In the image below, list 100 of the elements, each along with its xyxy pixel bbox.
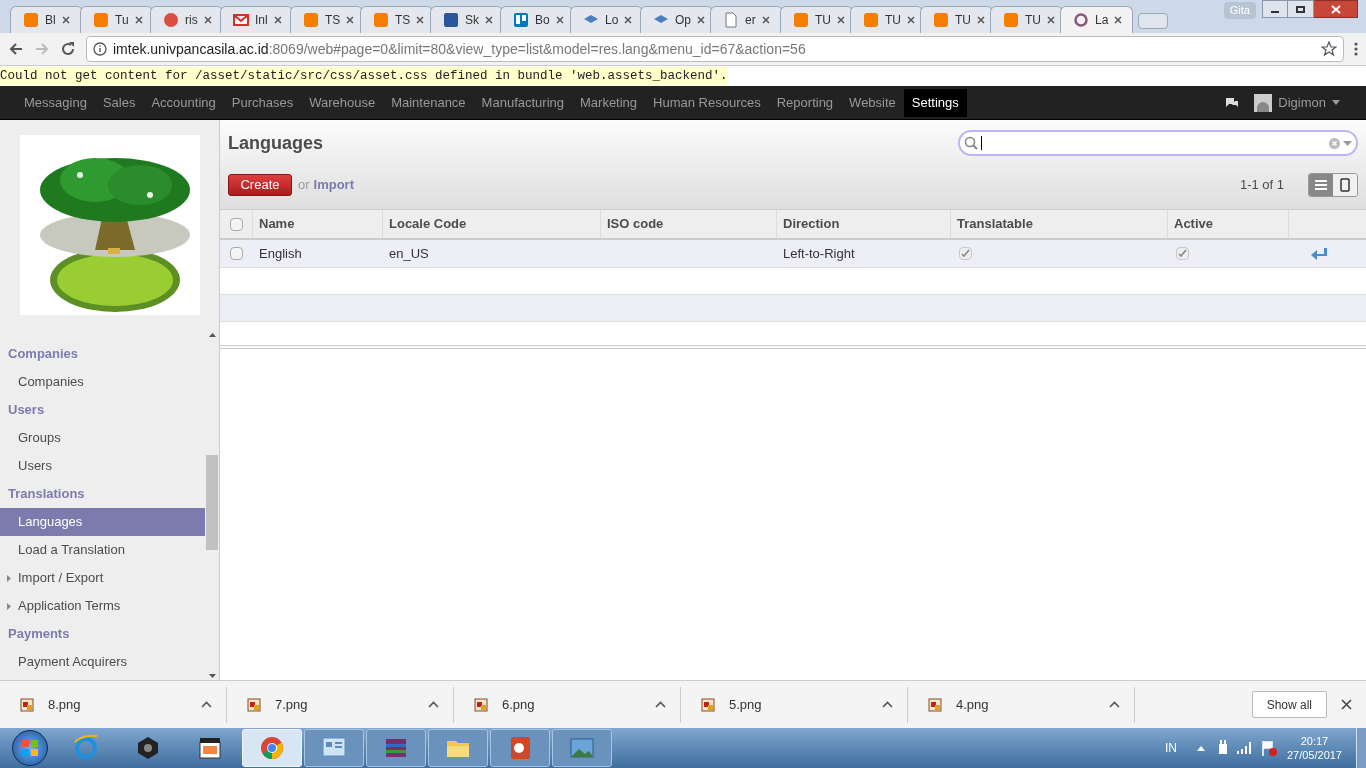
browser-tab[interactable]: TS [290, 6, 363, 33]
browser-tab[interactable]: La [1060, 6, 1133, 33]
flag-icon[interactable] [1260, 740, 1277, 756]
top-menu-item[interactable]: Marketing [572, 88, 646, 117]
close-icon[interactable] [203, 16, 212, 24]
sidebar-item[interactable]: Languages [0, 508, 205, 536]
start-button[interactable] [12, 730, 48, 766]
chat-icon[interactable] [1224, 95, 1241, 110]
browser-tab[interactable]: TU [850, 6, 923, 33]
top-menu-item[interactable]: Human Resources [645, 88, 769, 117]
sidebar-item[interactable]: Load a Translation [0, 536, 205, 564]
browser-tab[interactable]: Inl [220, 6, 293, 33]
chevron-up-icon[interactable] [882, 701, 893, 708]
create-button[interactable]: Create [228, 174, 292, 196]
top-menu-item[interactable]: Purchases [223, 88, 302, 117]
close-icon[interactable] [907, 16, 915, 24]
browser-tab[interactable]: TS [360, 6, 433, 33]
star-icon[interactable] [1321, 41, 1337, 57]
browser-tab[interactable]: Op [640, 6, 713, 33]
checkbox[interactable] [229, 217, 243, 231]
sidebar-item[interactable]: Application Terms [0, 592, 205, 620]
top-menu-item[interactable]: Settings [903, 88, 967, 117]
expand-icon[interactable] [7, 574, 11, 582]
close-icon[interactable] [134, 16, 143, 24]
chevron-up-icon[interactable] [201, 701, 212, 708]
download-item[interactable]: 6.png [502, 694, 655, 715]
top-menu-item[interactable]: Accounting [143, 88, 224, 117]
checkbox[interactable] [230, 247, 243, 260]
top-menu-item[interactable]: Sales [94, 88, 144, 117]
browser-tab[interactable]: Bl [10, 6, 83, 33]
chevron-up-icon[interactable] [1196, 745, 1205, 751]
maximize-button[interactable] [1288, 0, 1314, 18]
close-icon[interactable] [273, 16, 282, 24]
scrollbar-thumb[interactable] [206, 455, 218, 550]
column-header[interactable]: Translatable [951, 210, 1168, 238]
caret-icon[interactable] [1343, 140, 1352, 146]
download-item[interactable]: 7.png [275, 694, 428, 715]
close-icon[interactable] [62, 16, 70, 24]
kanban-view-button[interactable] [1333, 174, 1357, 196]
column-header[interactable]: ISO code [601, 210, 777, 238]
search-field[interactable] [958, 130, 1358, 156]
browser-tab[interactable]: TU [990, 6, 1063, 33]
column-header[interactable]: Locale Code [383, 210, 601, 238]
browser-tab[interactable]: Lo [570, 6, 643, 33]
reload-icon[interactable] [60, 41, 76, 57]
minimize-button[interactable] [1262, 0, 1288, 18]
return-arrow-icon[interactable] [1311, 246, 1328, 261]
scroll-down-icon[interactable] [208, 674, 216, 678]
close-icon[interactable] [1341, 699, 1352, 710]
download-item[interactable]: 8.png [48, 694, 201, 715]
clock-date[interactable]: 27/05/2017 [1286, 748, 1342, 762]
close-icon[interactable] [697, 16, 705, 24]
close-icon[interactable] [762, 16, 770, 24]
browser-tab[interactable]: Tu [80, 6, 153, 33]
browser-tab[interactable]: TU [780, 6, 853, 33]
sidebar-item[interactable]: Groups [0, 424, 205, 452]
close-icon[interactable] [555, 16, 564, 24]
close-icon[interactable] [346, 16, 355, 24]
top-menu-item[interactable]: Maintenance [383, 88, 474, 117]
back-icon[interactable] [8, 41, 24, 57]
list-view-button[interactable] [1309, 174, 1333, 196]
sidebar-item[interactable]: Users [0, 452, 205, 480]
top-menu-item[interactable]: Warehouse [301, 88, 384, 117]
close-icon[interactable] [1047, 16, 1055, 24]
close-icon[interactable] [624, 16, 633, 24]
close-button[interactable] [1314, 0, 1358, 18]
sidebar-item[interactable]: Import / Export [0, 564, 205, 592]
browser-tab[interactable]: ris [150, 6, 223, 33]
user-menu[interactable]: Digimon [1278, 92, 1326, 113]
browser-tab[interactable]: Sk [430, 6, 503, 33]
sidebar-item[interactable]: Companies [0, 368, 205, 396]
top-menu-item[interactable]: Website [841, 88, 904, 117]
address-bar[interactable]: imtek.univpancasila.ac.id:8069/web#page=0&limit=80&view_type=list&model=res.lang&menu_id=67&action=56 [86, 36, 1344, 62]
chevron-up-icon[interactable] [655, 701, 666, 708]
top-menu-item[interactable]: Messaging [16, 88, 95, 117]
signal-icon[interactable] [1236, 742, 1253, 754]
close-icon[interactable] [837, 16, 845, 24]
close-icon[interactable] [485, 16, 493, 24]
power-icon[interactable] [1216, 740, 1229, 756]
sidebar-item[interactable]: Payment Acquirers [0, 648, 205, 676]
close-icon[interactable] [416, 16, 425, 24]
column-header[interactable]: Name [253, 210, 383, 238]
expand-icon[interactable] [7, 602, 11, 610]
chevron-up-icon[interactable] [1109, 701, 1120, 708]
browser-tab[interactable]: Bo [500, 6, 573, 33]
browser-tab[interactable]: TU [920, 6, 993, 33]
show-all-button[interactable]: Show all [1251, 691, 1327, 718]
download-item[interactable]: 4.png [956, 694, 1109, 715]
download-item[interactable]: 5.png [729, 694, 882, 715]
menu-icon[interactable] [1354, 41, 1358, 57]
top-menu-item[interactable]: Manufacturing [473, 88, 572, 117]
close-icon[interactable] [1114, 16, 1123, 24]
browser-tab[interactable]: er [710, 6, 783, 33]
column-header[interactable]: Active [1168, 210, 1289, 238]
scroll-up-icon[interactable] [208, 333, 216, 337]
column-header[interactable]: Direction [777, 210, 951, 238]
chevron-up-icon[interactable] [428, 701, 439, 708]
close-icon[interactable] [977, 16, 985, 24]
top-menu-item[interactable]: Reporting [768, 88, 842, 117]
language-indicator[interactable]: IN [1164, 739, 1177, 757]
